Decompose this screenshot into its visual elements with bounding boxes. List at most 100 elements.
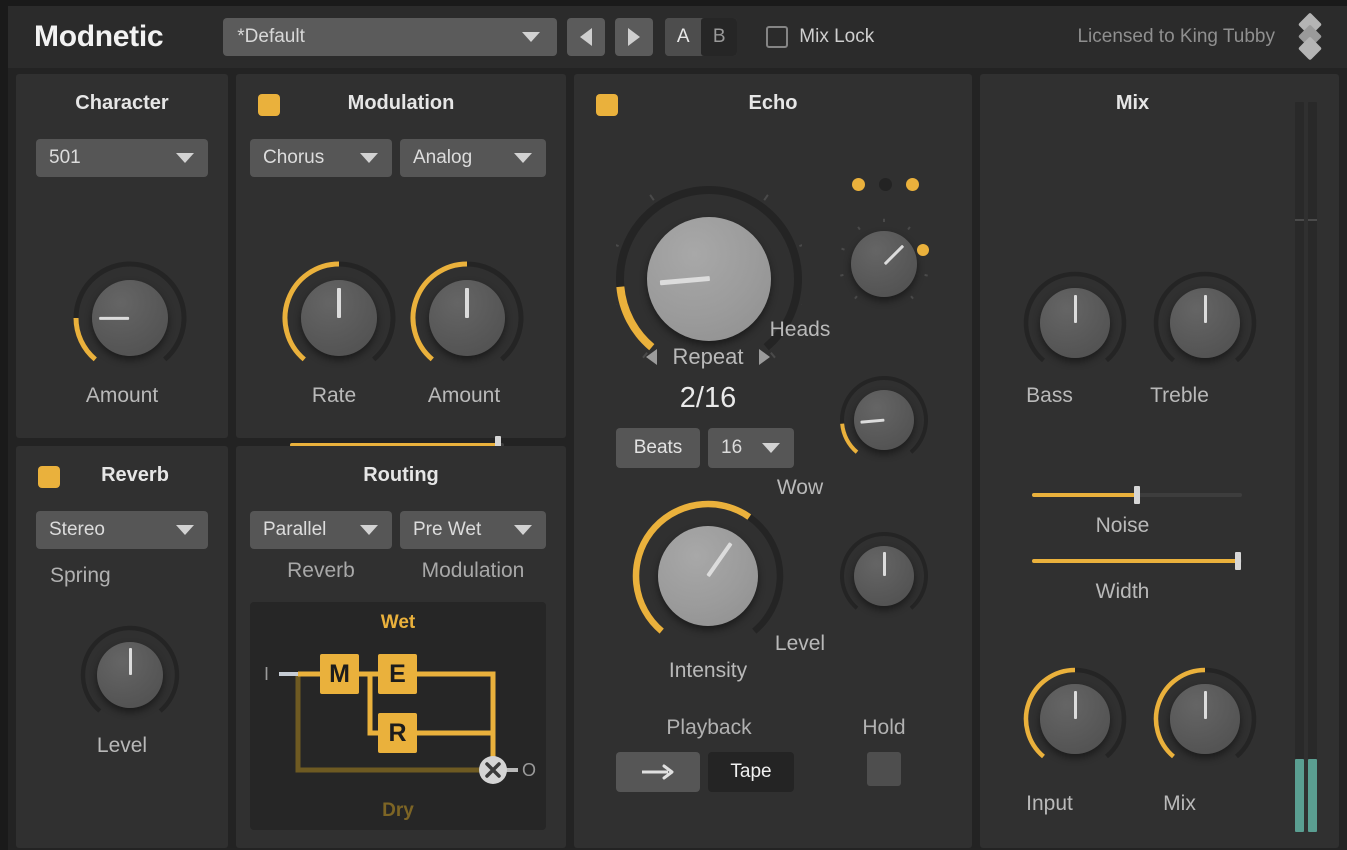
hold-label: Hold bbox=[838, 716, 930, 740]
routing-output-label: O bbox=[522, 760, 536, 781]
ab-slot-b[interactable]: B bbox=[701, 18, 737, 56]
head-led-3[interactable] bbox=[906, 178, 919, 191]
playback-mode-button[interactable]: Tape bbox=[708, 752, 794, 792]
repeat-prev-icon[interactable] bbox=[646, 349, 657, 365]
modulation-panel: Modulation Chorus Analog Rate Amount Spr… bbox=[236, 74, 566, 438]
sync-division-dropdown[interactable]: 16 bbox=[708, 428, 794, 468]
noise-slider[interactable] bbox=[1032, 486, 1242, 504]
heads-label: Heads bbox=[718, 318, 882, 342]
knob-pointer bbox=[883, 552, 886, 576]
sync-mode-button[interactable]: Beats bbox=[616, 428, 700, 468]
reverb-mode-dropdown[interactable]: Stereo bbox=[36, 511, 208, 549]
character-amount-knob[interactable] bbox=[72, 260, 188, 376]
repeat-label: Repeat bbox=[673, 344, 744, 370]
output-meters bbox=[1295, 74, 1321, 848]
preset-selector[interactable]: *Default bbox=[223, 18, 557, 56]
license-text: Licensed to King Tubby bbox=[1077, 26, 1275, 48]
repeat-next-icon[interactable] bbox=[759, 349, 770, 365]
playback-direction-button[interactable] bbox=[616, 752, 700, 792]
meter-fill bbox=[1295, 759, 1304, 832]
reverb-type-label: Spring bbox=[50, 564, 111, 588]
character-model-value: 501 bbox=[49, 147, 81, 169]
routing-modulation-dropdown[interactable]: Pre Wet bbox=[400, 511, 546, 549]
modulation-title: Modulation bbox=[236, 92, 566, 115]
reverb-level-knob[interactable] bbox=[79, 624, 181, 726]
reverb-enable-toggle[interactable] bbox=[38, 466, 60, 488]
meter-tick bbox=[1308, 219, 1317, 221]
slider-handle[interactable] bbox=[1235, 552, 1241, 570]
reverb-level-label: Level bbox=[16, 734, 228, 758]
knob-pointer bbox=[100, 316, 130, 319]
knob-pointer bbox=[1074, 691, 1077, 719]
chevron-down-icon bbox=[514, 153, 532, 163]
head-led-1[interactable] bbox=[852, 178, 865, 191]
heads-led-row bbox=[852, 178, 919, 191]
echo-level-knob[interactable] bbox=[838, 530, 930, 622]
reverb-panel: Reverb Stereo Spring Level bbox=[16, 446, 228, 848]
routing-panel: Routing Parallel Pre Wet Reverb Modulati… bbox=[236, 446, 566, 848]
knob-pointer bbox=[465, 288, 468, 318]
modulation-type-dropdown[interactable]: Chorus bbox=[250, 139, 392, 177]
reverb-title: Reverb bbox=[42, 464, 228, 487]
chevron-down-icon bbox=[176, 525, 194, 535]
prev-preset-icon bbox=[580, 28, 592, 46]
echo-enable-toggle[interactable] bbox=[596, 94, 618, 116]
modulation-mode-value: Analog bbox=[413, 147, 472, 169]
playback-label: Playback bbox=[616, 716, 802, 740]
repeat-stepper: Repeat bbox=[574, 344, 842, 370]
chevron-down-icon bbox=[522, 32, 540, 42]
ab-compare-toggle[interactable]: A B bbox=[665, 18, 737, 56]
knob-pointer bbox=[1204, 691, 1207, 719]
modulation-enable-toggle[interactable] bbox=[258, 94, 280, 116]
next-preset-button[interactable] bbox=[615, 18, 653, 56]
meter-tick bbox=[1295, 219, 1304, 221]
knob-pointer bbox=[1074, 295, 1077, 323]
routing-input-label: I bbox=[264, 664, 269, 685]
routing-node-echo[interactable]: E bbox=[378, 654, 417, 694]
routing-reverb-label: Reverb bbox=[250, 559, 392, 583]
chevron-down-icon bbox=[514, 525, 532, 535]
mix-lock-label: Mix Lock bbox=[799, 26, 874, 48]
slider-fill bbox=[1032, 493, 1137, 497]
width-slider[interactable] bbox=[1032, 552, 1242, 570]
modulation-rate-knob[interactable] bbox=[281, 260, 397, 376]
checkbox-icon[interactable] bbox=[766, 26, 788, 48]
intensity-knob[interactable] bbox=[632, 500, 784, 652]
head-led-2[interactable] bbox=[879, 178, 892, 191]
header-bar: Modnetic *Default A B Mix Lock Licensed … bbox=[8, 6, 1347, 68]
routing-reverb-value: Parallel bbox=[263, 519, 326, 541]
input-knob[interactable] bbox=[1022, 666, 1128, 772]
modulation-amount-knob[interactable] bbox=[409, 260, 525, 376]
treble-knob[interactable] bbox=[1152, 270, 1258, 376]
character-model-dropdown[interactable]: 501 bbox=[36, 139, 208, 177]
next-preset-icon bbox=[628, 28, 640, 46]
modulation-mode-dropdown[interactable]: Analog bbox=[400, 139, 546, 177]
chevron-down-icon bbox=[176, 153, 194, 163]
routing-node-reverb[interactable]: R bbox=[378, 713, 417, 753]
slider-handle[interactable] bbox=[1134, 486, 1140, 504]
routing-title: Routing bbox=[236, 464, 566, 487]
echo-panel: Echo Repeat 2/16 Beats 16 Heads Wow Inte… bbox=[574, 74, 972, 848]
slider-fill bbox=[1032, 559, 1238, 563]
routing-modulation-label: Modulation bbox=[400, 559, 546, 583]
heads-knob[interactable] bbox=[838, 218, 930, 310]
meter-fill bbox=[1308, 759, 1317, 832]
bass-knob[interactable] bbox=[1022, 270, 1128, 376]
mix-lock-toggle[interactable]: Mix Lock bbox=[755, 26, 874, 48]
mix-knob[interactable] bbox=[1152, 666, 1258, 772]
knob-pointer bbox=[1204, 295, 1207, 323]
routing-node-modulation[interactable]: M bbox=[320, 654, 359, 694]
kilohearts-logo-icon bbox=[1297, 15, 1323, 59]
repeat-value: 2/16 bbox=[574, 382, 842, 415]
character-title: Character bbox=[16, 92, 228, 115]
echo-level-label: Level bbox=[718, 632, 882, 656]
knob-pointer bbox=[129, 648, 132, 675]
routing-diagram[interactable]: Wet Dry bbox=[250, 602, 546, 830]
wow-label: Wow bbox=[718, 476, 882, 500]
meter-left bbox=[1295, 102, 1304, 832]
hold-toggle[interactable] bbox=[867, 752, 901, 786]
routing-reverb-dropdown[interactable]: Parallel bbox=[250, 511, 392, 549]
prev-preset-button[interactable] bbox=[567, 18, 605, 56]
ab-slot-a[interactable]: A bbox=[665, 18, 701, 56]
forward-arrow-icon bbox=[640, 763, 676, 781]
